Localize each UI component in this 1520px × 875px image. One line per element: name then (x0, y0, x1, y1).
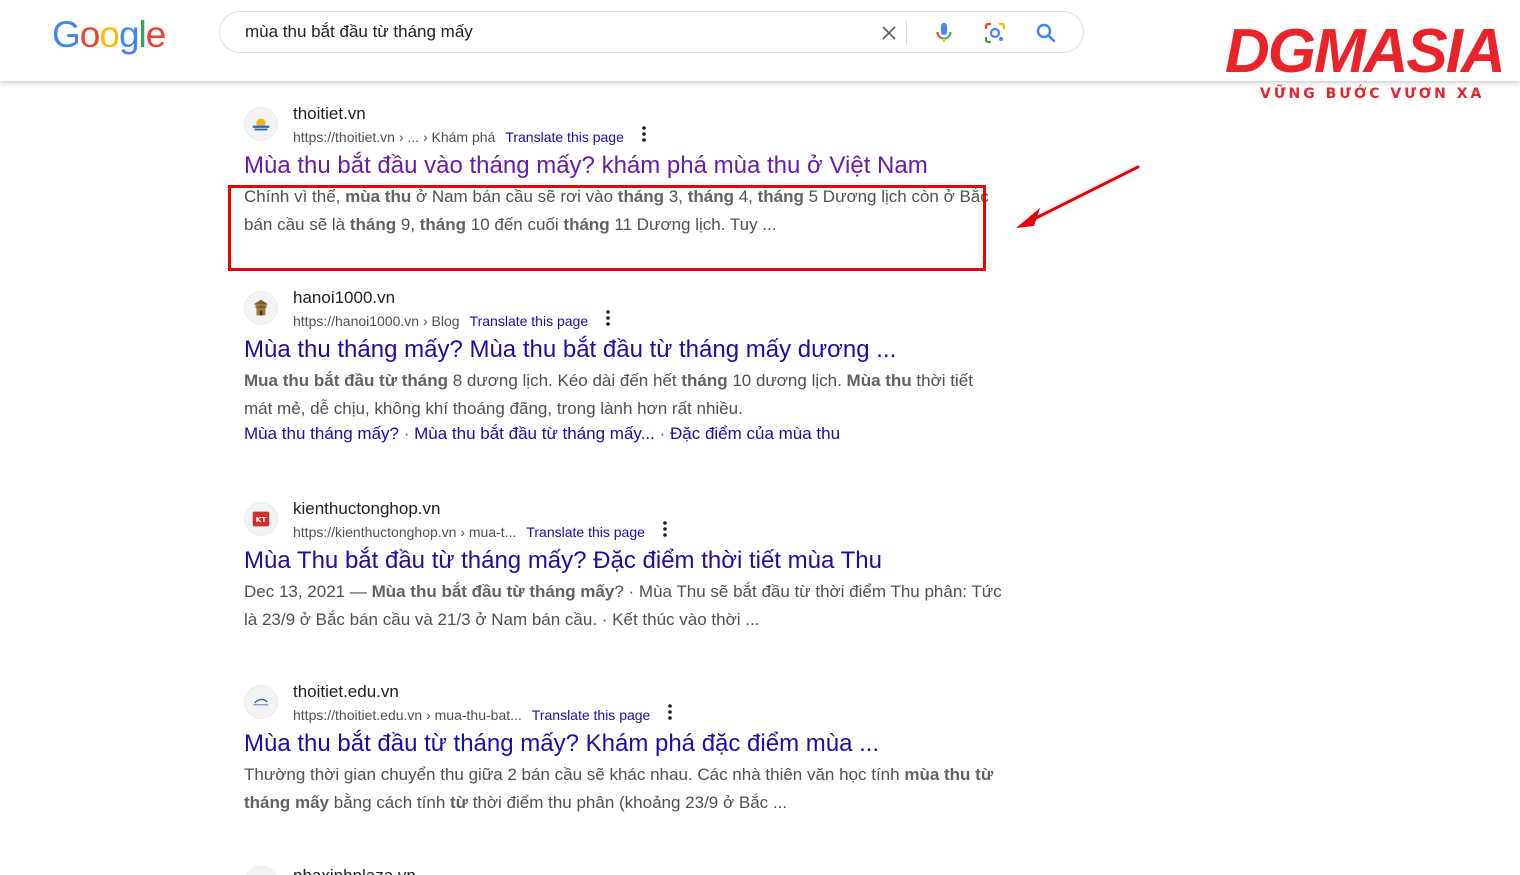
result-snippet: Thường thời gian chuyển thu giữa 2 bán c… (244, 761, 1004, 817)
temple-favicon-icon[interactable] (244, 291, 278, 325)
sitelink-separator: · (403, 424, 410, 443)
snippet-bold-text: từ (450, 793, 468, 812)
result-site-name[interactable]: hanoi1000.vn (293, 287, 395, 309)
annotation-arrow-icon (1016, 165, 1140, 228)
result-url-text: https://thoitiet.edu.vn › mua-thu-bat... (293, 707, 522, 723)
weather-logo-favicon-icon[interactable] (244, 685, 278, 719)
snippet-text: Dec 13, 2021 — (244, 582, 372, 601)
snippet-bold-text: tháng (681, 371, 728, 390)
translate-link[interactable]: Translate this page (470, 313, 589, 329)
logo-letter: l (138, 14, 147, 55)
sun-cloud-favicon-icon[interactable] (244, 107, 278, 141)
result-url[interactable]: https://hanoi1000.vn › Blog Translate thi… (293, 309, 610, 333)
result-url-text: https://hanoi1000.vn › Blog (293, 313, 460, 329)
result-title-link[interactable]: Mùa Thu bắt đầu từ tháng mấy? Đặc điểm t… (244, 546, 882, 576)
result-url[interactable]: https://kienthuctonghop.vn › mua-t... Tra… (293, 520, 667, 544)
search-box[interactable]: mùa thu bắt đầu từ tháng mấy (219, 11, 1084, 53)
more-options-icon[interactable] (606, 309, 610, 331)
kt-favicon-icon[interactable]: KT (244, 502, 278, 536)
snippet-bold-text: Mua thu bắt đầu từ tháng (244, 371, 449, 390)
result-url-text: https://kienthuctonghop.vn › mua-t... (293, 524, 517, 540)
result-snippet: Mua thu bắt đầu từ tháng 8 dương lịch. K… (244, 367, 1004, 423)
more-options-icon[interactable] (642, 125, 646, 147)
microphone-icon[interactable] (932, 21, 956, 45)
logo-letter: e (145, 14, 167, 55)
logo-letter: g (118, 14, 140, 55)
result-url[interactable]: https://thoitiet.edu.vn › mua-thu-bat...… (293, 703, 673, 727)
snippet-text: bằng cách tính (329, 793, 451, 812)
site-favicon-icon[interactable] (244, 866, 278, 875)
result-url[interactable]: https://thoitiet.vn › ... › Khám phá Tran… (293, 125, 646, 149)
svg-text:KT: KT (256, 515, 267, 524)
snippet-bold-text: Mùa thu bắt đầu từ tháng mấy (371, 582, 615, 601)
snippet-text: 8 dương lịch. Kéo dài đến hết (448, 371, 682, 390)
search-icon[interactable] (1034, 21, 1058, 45)
result-site-name[interactable]: thoitiet.edu.vn (293, 681, 399, 703)
result-url-text: https://thoitiet.vn › ... › Khám phá (293, 129, 496, 145)
result-sitelinks: Mùa thu tháng mấy? · Mùa thu bắt đầu từ … (244, 423, 840, 445)
result-title-link[interactable]: Mùa thu bắt đầu từ tháng mấy? Khám phá đ… (244, 729, 879, 759)
snippet-text: Thường thời gian chuyển thu giữa 2 bán c… (244, 765, 905, 784)
snippet-text: 10 dương lịch. (727, 371, 847, 390)
google-logo[interactable]: Google (52, 13, 167, 57)
annotation-highlight-box (228, 185, 986, 271)
result-site-name[interactable]: thoitiet.vn (293, 103, 366, 125)
translate-link[interactable]: Translate this page (532, 707, 651, 723)
sitelink[interactable]: Đặc điểm của mùa thu (670, 424, 840, 443)
brand-tagline: VỮNG BƯỚC VƯƠN XA (1260, 86, 1485, 102)
result-snippet: Dec 13, 2021 — Mùa thu bắt đầu từ tháng … (244, 578, 1004, 634)
logo-letter: o (79, 14, 101, 55)
brand-watermark: DGMASIA VỮNG BƯỚC VƯƠN XA (1222, 6, 1514, 106)
lens-icon[interactable] (983, 21, 1007, 45)
search-result: KT kienthuctonghop.vn https://kienthucto… (244, 498, 1004, 648)
search-divider (906, 21, 907, 45)
search-result: thoitiet.edu.vn https://thoitiet.edu.vn … (244, 681, 1004, 831)
search-result: hanoi1000.vn https://hanoi1000.vn › Blog… (244, 287, 1004, 457)
result-site-name[interactable]: kienthuctonghop.vn (293, 498, 440, 520)
sitelink[interactable]: Mùa thu bắt đầu từ tháng mấy... (414, 424, 655, 443)
translate-link[interactable]: Translate this page (526, 524, 645, 540)
logo-letter: o (99, 14, 120, 55)
more-options-icon[interactable] (663, 520, 667, 542)
snippet-text: thời điểm thu phân (khoảng 23/9 ở Bắc ..… (468, 793, 788, 812)
result-title-link[interactable]: Mùa thu tháng mấy? Mùa thu bắt đầu từ th… (244, 335, 896, 365)
sitelink-separator: · (659, 424, 666, 443)
more-options-icon[interactable] (668, 703, 673, 725)
logo-letter: G (52, 14, 81, 55)
sitelink[interactable]: Mùa thu tháng mấy? (244, 424, 399, 443)
close-icon[interactable] (877, 21, 901, 45)
result-title-link[interactable]: Mùa thu bắt đầu vào tháng mấy? khám phá … (244, 151, 928, 181)
brand-name: DGMASIA (1225, 17, 1506, 86)
translate-link[interactable]: Translate this page (505, 129, 624, 145)
result-site-name[interactable]: nhaxinhplaza.vn (293, 865, 416, 875)
search-result: nhaxinhplaza.vn (244, 862, 1004, 875)
search-input[interactable]: mùa thu bắt đầu từ tháng mấy (245, 21, 473, 43)
snippet-bold-text: Mùa thu (846, 371, 912, 390)
